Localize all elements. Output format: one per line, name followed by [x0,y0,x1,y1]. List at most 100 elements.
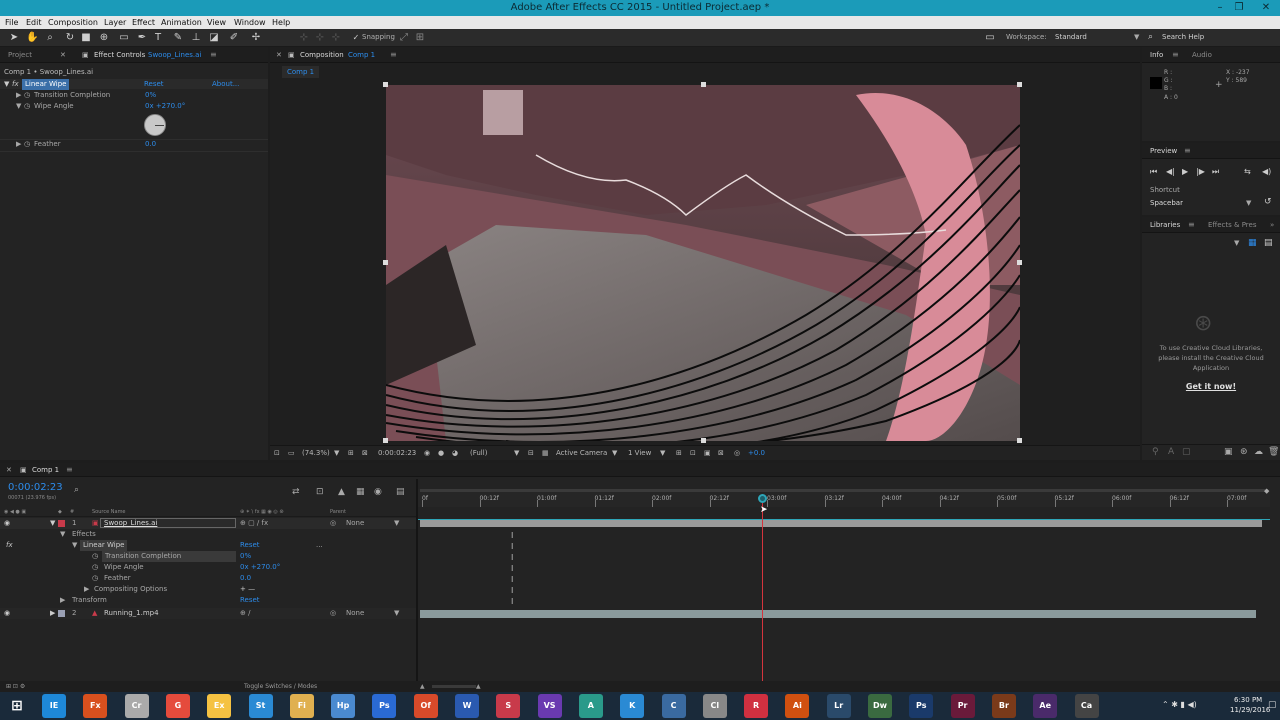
selection-tool-icon[interactable]: ➤ [8,32,20,44]
transform-handle[interactable] [701,82,706,87]
notifications-icon[interactable]: ▢ [1268,700,1277,710]
loop-icon[interactable]: ⇆ [1244,167,1251,176]
taskbar-app-icon[interactable]: K [620,694,645,718]
transform-handle[interactable] [1017,438,1022,443]
resolution-dropdown-arrow-icon[interactable]: ▼ [514,446,519,460]
taskbar-app-icon[interactable]: A [578,694,603,718]
tab-audio[interactable]: Audio [1192,47,1212,63]
keyframe-marker-icon[interactable]: I [511,564,514,573]
keyframe-marker-icon[interactable]: I [511,575,514,584]
zoom-tool-icon[interactable]: ⌕ [44,32,56,44]
camera-dropdown-arrow-icon[interactable]: ▼ [612,446,617,460]
fx-toggle-icon[interactable]: fx [12,79,19,90]
keyframe-marker-icon[interactable]: I [511,553,514,562]
flowchart-icon[interactable]: ⊠ [718,446,724,460]
sync-icon[interactable]: ⊛ [1240,447,1248,457]
parent-pickwhip-icon[interactable]: ◎ [330,518,336,529]
tab-info[interactable]: Info [1150,47,1163,63]
disclosure-triangle-icon[interactable]: ▶ [16,90,21,101]
layer-row[interactable]: ◉ ▶ 2 ▲ Running_1.mp4 ⊕ / ◎ None ▼ [0,608,416,619]
views-dropdown-arrow-icon[interactable]: ▼ [660,446,665,460]
menu-view[interactable]: View [207,16,226,29]
angle-dial[interactable] [144,114,166,136]
taskbar-app-icon[interactable]: S [496,694,521,718]
panel-menu-icon[interactable]: ≡ [1188,217,1195,233]
time-ruler[interactable]: 0f 00:12f 01:00f 01:12f 02:00f 02:12f 03:00f 03… [418,489,1270,507]
transform-handle[interactable] [383,82,388,87]
taskbar-app-icon[interactable]: Lr [826,694,851,718]
frame-blending-icon[interactable]: ▦ [356,487,365,497]
prop-value[interactable]: 0x +270.0° [145,101,185,112]
stopwatch-icon[interactable]: ◷ [92,573,98,584]
taskbar-app-icon[interactable]: St [248,694,273,718]
eraser-tool-icon[interactable]: ◪ [208,32,220,44]
transparency-icon[interactable]: ▦ [542,446,549,460]
menu-composition[interactable]: Composition [48,16,98,29]
effect-name[interactable]: Linear Wipe [22,79,70,90]
delete-icon[interactable]: 🗑 [1268,447,1279,457]
composition-viewer[interactable] [386,85,1020,441]
snapping-checkbox-icon[interactable]: ✓ [350,32,362,44]
zoom-dropdown-arrow-icon[interactable]: ▼ [334,446,339,460]
grid-view-icon[interactable]: ▦ [1248,238,1257,248]
transform-row[interactable]: ▶ Transform Reset [0,595,416,606]
transform-handle[interactable] [383,260,388,265]
taskbar-app-icon[interactable]: Pr [950,694,975,718]
prop-value[interactable]: 0.0 [240,573,251,584]
effect-label[interactable]: Linear Wipe [80,540,128,551]
parent-pickwhip-icon[interactable]: ◎ [330,608,336,619]
library-settings-icon[interactable]: ▣ [1224,447,1233,457]
taskbar-app-icon[interactable]: Ca [1074,694,1099,718]
zoom-out-icon[interactable]: ▲ [420,681,425,692]
keyframe-marker-icon[interactable]: I [511,597,514,606]
layer-name[interactable]: Swoop_Lines.ai [100,518,236,528]
taskbar-app-icon[interactable]: Br [991,694,1016,718]
parent-header[interactable]: Parent [330,507,346,517]
effect-reset-link[interactable]: Reset [144,79,164,90]
zoom-slider[interactable] [432,685,476,688]
parent-select[interactable]: None [346,608,364,619]
taskbar-app-icon[interactable]: Ai [785,694,810,718]
region-icon[interactable]: ▭ [288,446,295,460]
visibility-eye-icon[interactable]: ◉ [4,608,10,619]
play-icon[interactable]: ▶ [1182,167,1188,176]
layer-label-color[interactable] [58,520,65,527]
add-text-icon[interactable]: A [1168,447,1174,457]
snapping-label[interactable]: Snapping [362,33,395,41]
snapshot-icon[interactable]: ◉ [424,446,430,460]
current-time-indicator-line[interactable] [762,503,763,692]
tab-project[interactable]: Project [8,47,32,63]
get-it-now-link[interactable]: Get it now! [1142,382,1280,391]
hand-tool-icon[interactable]: ✋ [26,32,38,44]
snap-grid-icon[interactable]: ⊞ [414,32,426,44]
list-view-icon[interactable]: ▤ [1264,238,1273,248]
disclosure-triangle-icon[interactable]: ▶ [84,584,89,595]
workspace-icon[interactable]: ▭ [984,32,996,44]
show-snapshot-icon[interactable]: ● [438,446,444,460]
always-preview-icon[interactable]: ⊡ [274,446,280,460]
text-tool-icon[interactable]: T [152,32,164,44]
menu-animation[interactable]: Animation [161,16,202,29]
tab-libraries[interactable]: Libraries [1150,217,1180,233]
workspace-select[interactable]: Standard [1055,33,1087,41]
transform-handle[interactable] [701,438,706,443]
close-tab-icon[interactable]: ✕ [6,462,12,478]
search-icon[interactable]: ⌕ [74,485,79,495]
windows-start-icon[interactable]: ⊞ [5,694,29,718]
clone-stamp-tool-icon[interactable]: ⊥ [190,32,202,44]
views-dropdown[interactable]: 1 View [628,446,651,460]
layer-row[interactable]: ◉ ▼ 1 ▣ Swoop_Lines.ai ⊕ ▢ / fx ◎ None ▼ [0,518,416,529]
next-frame-icon[interactable]: |▶ [1196,167,1205,176]
panel-menu-icon[interactable]: ≡ [1172,47,1179,63]
pan-behind-tool-icon[interactable]: ⊕ [98,32,110,44]
stopwatch-icon[interactable]: ◷ [24,139,30,150]
timeline-timecode[interactable]: 0:00:02:23 [8,482,63,493]
lock-icon[interactable]: ▣ [288,47,295,63]
layer-label-color[interactable] [58,610,65,617]
taskbar-app-icon[interactable]: Of [413,694,438,718]
stopwatch-icon[interactable]: ◷ [92,551,98,562]
close-tab-icon[interactable]: ✕ [60,47,66,63]
av-features-icon[interactable]: ◉ ◀ ● ▣ [4,507,26,517]
prop-value[interactable]: 0% [240,551,251,562]
draft-3d-icon[interactable]: ⊡ [316,487,324,497]
